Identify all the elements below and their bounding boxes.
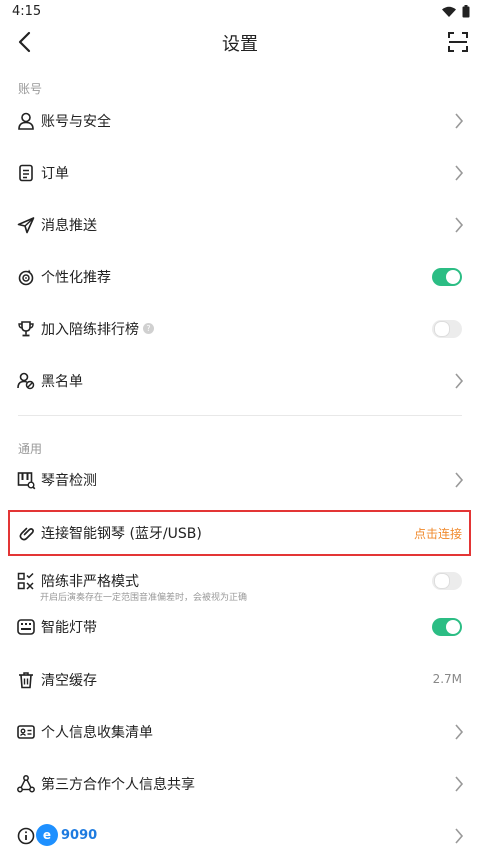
loose-mode-toggle[interactable] (432, 572, 462, 590)
chevron-right-icon (455, 724, 464, 740)
cache-size-value: 2.7M (432, 672, 462, 686)
blocked-user-icon (17, 372, 35, 390)
piano-check-icon (17, 472, 36, 490)
toggle-knob (434, 573, 450, 589)
row-account-security[interactable]: 账号与安全 (0, 95, 480, 147)
row-label: 订单 (41, 166, 69, 182)
id-card-icon (17, 725, 35, 739)
order-list-icon (19, 164, 33, 182)
target-icon (18, 269, 34, 286)
row-third-party[interactable]: 第三方合作个人信息共享 (0, 758, 480, 810)
ranking-toggle[interactable] (432, 320, 462, 338)
status-time: 4:15 (12, 4, 42, 19)
light-strip-toggle[interactable] (432, 618, 462, 636)
row-label: 消息推送 (41, 218, 97, 234)
ranking-label-text: 加入陪练排行榜 (41, 322, 139, 338)
chevron-right-icon (455, 472, 464, 488)
row-orders[interactable]: 订单 (0, 147, 480, 199)
status-bar: 4:15 (0, 0, 480, 24)
nav-bar: 设置 (0, 24, 480, 60)
row-blacklist[interactable]: 黑名单 (0, 355, 480, 407)
personalized-toggle[interactable] (432, 268, 462, 286)
row-personalized: 个性化推荐 (0, 251, 480, 303)
row-label: 账号与安全 (41, 114, 111, 130)
section-divider (18, 415, 462, 416)
row-light-strip: 智能灯带 (0, 601, 480, 653)
highlight-frame (8, 510, 471, 556)
scan-icon[interactable] (444, 28, 472, 56)
row-label: 智能灯带 (41, 620, 97, 636)
share-nodes-icon (17, 775, 35, 793)
chevron-right-icon (455, 217, 464, 233)
row-ranking: 加入陪练排行榜? (0, 303, 480, 355)
page-title: 设置 (222, 34, 258, 55)
watermark: e 9090 (36, 822, 97, 848)
toggle-knob (446, 620, 460, 634)
chevron-right-icon (455, 776, 464, 792)
watermark-logo-icon: e (36, 824, 58, 846)
trash-icon (19, 672, 33, 689)
help-icon[interactable]: ? (143, 322, 154, 334)
paper-plane-icon (17, 217, 35, 234)
status-icons (442, 5, 470, 18)
wifi-icon (442, 6, 456, 17)
row-label: 清空缓存 (41, 673, 97, 689)
keyboard-light-icon (17, 619, 35, 635)
toggle-knob (434, 321, 450, 337)
row-push[interactable]: 消息推送 (0, 199, 480, 251)
user-icon (18, 112, 34, 130)
chevron-right-icon (455, 373, 464, 389)
info-icon (17, 827, 35, 845)
row-label: 个人信息收集清单 (41, 725, 153, 741)
row-label: 个性化推荐 (41, 270, 111, 286)
row-label: 黑名单 (41, 374, 83, 390)
battery-icon (462, 5, 470, 18)
chevron-right-icon (455, 828, 464, 844)
row-personal-info[interactable]: 个人信息收集清单 (0, 706, 480, 758)
checklist-icon (17, 572, 34, 590)
chevron-right-icon (455, 113, 464, 129)
row-label: 加入陪练排行榜? (41, 319, 154, 339)
toggle-knob (446, 270, 460, 284)
row-clear-cache[interactable]: 清空缓存 2.7M (0, 654, 480, 706)
row-tuner[interactable]: 琴音检测 (0, 454, 480, 506)
trophy-icon (18, 321, 34, 337)
watermark-text: 9090 (61, 827, 98, 843)
chevron-right-icon (455, 165, 464, 181)
row-label: 陪练非严格模式 (41, 574, 139, 590)
row-label: 第三方合作个人信息共享 (41, 777, 195, 793)
row-label: 琴音检测 (41, 473, 97, 489)
